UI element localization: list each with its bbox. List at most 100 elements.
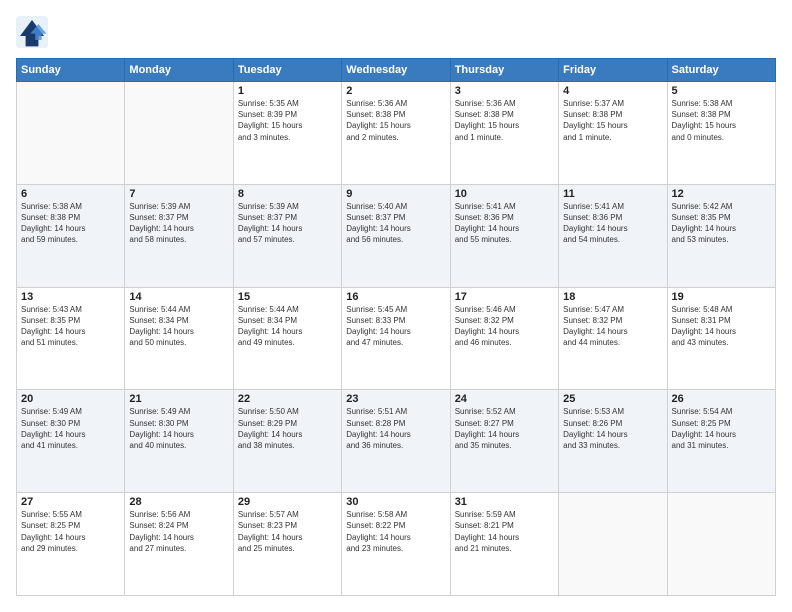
- calendar-cell: 3Sunrise: 5:36 AM Sunset: 8:38 PM Daylig…: [450, 82, 558, 185]
- day-info: Sunrise: 5:55 AM Sunset: 8:25 PM Dayligh…: [21, 509, 120, 554]
- col-header-sunday: Sunday: [17, 59, 125, 82]
- calendar-cell: 2Sunrise: 5:36 AM Sunset: 8:38 PM Daylig…: [342, 82, 450, 185]
- day-info: Sunrise: 5:54 AM Sunset: 8:25 PM Dayligh…: [672, 406, 771, 451]
- day-number: 2: [346, 85, 445, 97]
- calendar-cell: 12Sunrise: 5:42 AM Sunset: 8:35 PM Dayli…: [667, 184, 775, 287]
- header: [16, 16, 776, 48]
- day-number: 17: [455, 291, 554, 303]
- day-info: Sunrise: 5:36 AM Sunset: 8:38 PM Dayligh…: [346, 98, 445, 143]
- day-number: 23: [346, 393, 445, 405]
- col-header-thursday: Thursday: [450, 59, 558, 82]
- day-info: Sunrise: 5:38 AM Sunset: 8:38 PM Dayligh…: [672, 98, 771, 143]
- day-info: Sunrise: 5:44 AM Sunset: 8:34 PM Dayligh…: [129, 304, 228, 349]
- day-info: Sunrise: 5:43 AM Sunset: 8:35 PM Dayligh…: [21, 304, 120, 349]
- day-info: Sunrise: 5:41 AM Sunset: 8:36 PM Dayligh…: [563, 201, 662, 246]
- page: SundayMondayTuesdayWednesdayThursdayFrid…: [0, 0, 792, 612]
- calendar-cell: 20Sunrise: 5:49 AM Sunset: 8:30 PM Dayli…: [17, 390, 125, 493]
- day-number: 20: [21, 393, 120, 405]
- day-info: Sunrise: 5:44 AM Sunset: 8:34 PM Dayligh…: [238, 304, 337, 349]
- calendar-cell: 10Sunrise: 5:41 AM Sunset: 8:36 PM Dayli…: [450, 184, 558, 287]
- day-number: 8: [238, 188, 337, 200]
- day-number: 11: [563, 188, 662, 200]
- calendar-cell: 28Sunrise: 5:56 AM Sunset: 8:24 PM Dayli…: [125, 493, 233, 596]
- day-number: 26: [672, 393, 771, 405]
- day-info: Sunrise: 5:37 AM Sunset: 8:38 PM Dayligh…: [563, 98, 662, 143]
- calendar-cell: 18Sunrise: 5:47 AM Sunset: 8:32 PM Dayli…: [559, 287, 667, 390]
- day-info: Sunrise: 5:50 AM Sunset: 8:29 PM Dayligh…: [238, 406, 337, 451]
- calendar-cell: 11Sunrise: 5:41 AM Sunset: 8:36 PM Dayli…: [559, 184, 667, 287]
- calendar-cell: [17, 82, 125, 185]
- calendar-cell: 24Sunrise: 5:52 AM Sunset: 8:27 PM Dayli…: [450, 390, 558, 493]
- day-number: 18: [563, 291, 662, 303]
- calendar-cell: 8Sunrise: 5:39 AM Sunset: 8:37 PM Daylig…: [233, 184, 341, 287]
- day-number: 6: [21, 188, 120, 200]
- calendar-cell: 23Sunrise: 5:51 AM Sunset: 8:28 PM Dayli…: [342, 390, 450, 493]
- day-info: Sunrise: 5:42 AM Sunset: 8:35 PM Dayligh…: [672, 201, 771, 246]
- calendar-cell: 27Sunrise: 5:55 AM Sunset: 8:25 PM Dayli…: [17, 493, 125, 596]
- col-header-wednesday: Wednesday: [342, 59, 450, 82]
- col-header-tuesday: Tuesday: [233, 59, 341, 82]
- day-info: Sunrise: 5:35 AM Sunset: 8:39 PM Dayligh…: [238, 98, 337, 143]
- day-info: Sunrise: 5:39 AM Sunset: 8:37 PM Dayligh…: [238, 201, 337, 246]
- day-number: 21: [129, 393, 228, 405]
- day-number: 10: [455, 188, 554, 200]
- day-number: 28: [129, 496, 228, 508]
- day-number: 27: [21, 496, 120, 508]
- day-info: Sunrise: 5:45 AM Sunset: 8:33 PM Dayligh…: [346, 304, 445, 349]
- calendar-cell: [125, 82, 233, 185]
- col-header-saturday: Saturday: [667, 59, 775, 82]
- day-info: Sunrise: 5:48 AM Sunset: 8:31 PM Dayligh…: [672, 304, 771, 349]
- calendar-cell: 21Sunrise: 5:49 AM Sunset: 8:30 PM Dayli…: [125, 390, 233, 493]
- day-info: Sunrise: 5:39 AM Sunset: 8:37 PM Dayligh…: [129, 201, 228, 246]
- day-number: 22: [238, 393, 337, 405]
- week-row-4: 20Sunrise: 5:49 AM Sunset: 8:30 PM Dayli…: [17, 390, 776, 493]
- day-info: Sunrise: 5:56 AM Sunset: 8:24 PM Dayligh…: [129, 509, 228, 554]
- day-info: Sunrise: 5:38 AM Sunset: 8:38 PM Dayligh…: [21, 201, 120, 246]
- day-number: 12: [672, 188, 771, 200]
- day-number: 9: [346, 188, 445, 200]
- day-info: Sunrise: 5:57 AM Sunset: 8:23 PM Dayligh…: [238, 509, 337, 554]
- day-number: 1: [238, 85, 337, 97]
- day-info: Sunrise: 5:49 AM Sunset: 8:30 PM Dayligh…: [129, 406, 228, 451]
- day-number: 19: [672, 291, 771, 303]
- day-info: Sunrise: 5:58 AM Sunset: 8:22 PM Dayligh…: [346, 509, 445, 554]
- calendar-cell: 31Sunrise: 5:59 AM Sunset: 8:21 PM Dayli…: [450, 493, 558, 596]
- day-info: Sunrise: 5:51 AM Sunset: 8:28 PM Dayligh…: [346, 406, 445, 451]
- day-info: Sunrise: 5:52 AM Sunset: 8:27 PM Dayligh…: [455, 406, 554, 451]
- week-row-5: 27Sunrise: 5:55 AM Sunset: 8:25 PM Dayli…: [17, 493, 776, 596]
- calendar-cell: 19Sunrise: 5:48 AM Sunset: 8:31 PM Dayli…: [667, 287, 775, 390]
- week-row-3: 13Sunrise: 5:43 AM Sunset: 8:35 PM Dayli…: [17, 287, 776, 390]
- day-number: 16: [346, 291, 445, 303]
- calendar-cell: 9Sunrise: 5:40 AM Sunset: 8:37 PM Daylig…: [342, 184, 450, 287]
- day-info: Sunrise: 5:40 AM Sunset: 8:37 PM Dayligh…: [346, 201, 445, 246]
- day-number: 25: [563, 393, 662, 405]
- calendar-cell: 16Sunrise: 5:45 AM Sunset: 8:33 PM Dayli…: [342, 287, 450, 390]
- day-number: 5: [672, 85, 771, 97]
- calendar-cell: 14Sunrise: 5:44 AM Sunset: 8:34 PM Dayli…: [125, 287, 233, 390]
- calendar-cell: 4Sunrise: 5:37 AM Sunset: 8:38 PM Daylig…: [559, 82, 667, 185]
- day-number: 24: [455, 393, 554, 405]
- day-number: 31: [455, 496, 554, 508]
- day-info: Sunrise: 5:47 AM Sunset: 8:32 PM Dayligh…: [563, 304, 662, 349]
- day-info: Sunrise: 5:49 AM Sunset: 8:30 PM Dayligh…: [21, 406, 120, 451]
- day-info: Sunrise: 5:46 AM Sunset: 8:32 PM Dayligh…: [455, 304, 554, 349]
- calendar-cell: 30Sunrise: 5:58 AM Sunset: 8:22 PM Dayli…: [342, 493, 450, 596]
- calendar-cell: 5Sunrise: 5:38 AM Sunset: 8:38 PM Daylig…: [667, 82, 775, 185]
- day-number: 14: [129, 291, 228, 303]
- day-number: 15: [238, 291, 337, 303]
- col-header-monday: Monday: [125, 59, 233, 82]
- day-number: 30: [346, 496, 445, 508]
- calendar-cell: 15Sunrise: 5:44 AM Sunset: 8:34 PM Dayli…: [233, 287, 341, 390]
- calendar-cell: 25Sunrise: 5:53 AM Sunset: 8:26 PM Dayli…: [559, 390, 667, 493]
- col-header-friday: Friday: [559, 59, 667, 82]
- calendar-cell: 17Sunrise: 5:46 AM Sunset: 8:32 PM Dayli…: [450, 287, 558, 390]
- calendar-cell: 22Sunrise: 5:50 AM Sunset: 8:29 PM Dayli…: [233, 390, 341, 493]
- day-info: Sunrise: 5:36 AM Sunset: 8:38 PM Dayligh…: [455, 98, 554, 143]
- calendar-cell: 26Sunrise: 5:54 AM Sunset: 8:25 PM Dayli…: [667, 390, 775, 493]
- calendar-cell: 13Sunrise: 5:43 AM Sunset: 8:35 PM Dayli…: [17, 287, 125, 390]
- calendar-cell: [559, 493, 667, 596]
- calendar-cell: 29Sunrise: 5:57 AM Sunset: 8:23 PM Dayli…: [233, 493, 341, 596]
- logo: [16, 16, 52, 48]
- header-row: SundayMondayTuesdayWednesdayThursdayFrid…: [17, 59, 776, 82]
- day-number: 13: [21, 291, 120, 303]
